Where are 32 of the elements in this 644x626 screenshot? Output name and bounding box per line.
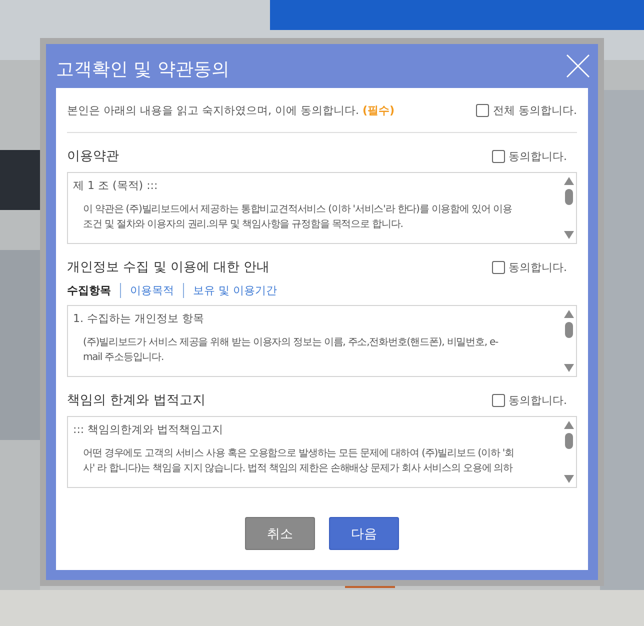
section-title: 책임의 한계와 법적고지 — [67, 392, 206, 409]
dialog-title: 고객확인 및 약관동의 — [56, 58, 230, 81]
scrollbar-thumb[interactable] — [565, 322, 573, 338]
close-icon[interactable] — [566, 54, 590, 78]
scroll-up-icon[interactable] — [564, 177, 574, 185]
terms-text-area[interactable]: ::: 책임의한계와 법적책임고지 어떤 경우에도 고객의 서비스 사용 혹은 오용함으로 발생하는 모든 문제에 대하여 (주)빌리보드 (이하 '회 사' 라 합니다)는 책임을 지지 않습니다. 법적 책임의 제한은 손해배상 문제가 회사 서비스의 오용에 의하 — [67, 416, 577, 488]
scrollbar-thumb[interactable] — [565, 189, 573, 205]
terms-paragraph: 이 약관은 (주)빌리보드에서 제공하는 통합비교견적서비스 (이하 '서비스'라 한다)를 이용함에 있어 이용 조건 및 절차와 이용자의 권리.의무 및 책임사항을 규정함을 목적으로 합니다. — [82, 203, 513, 232]
section-title: 이용약관 — [67, 148, 119, 165]
tab[interactable]: 보유 및 이용기간 — [183, 283, 277, 298]
scroll-down-icon[interactable] — [564, 231, 574, 239]
consent-statement: 본인은 아래의 내용을 읽고 숙지하였으며, 이에 동의합니다. (필수) — [67, 102, 395, 118]
terms-heading: ::: 책임의한계와 법적책임고지 — [73, 422, 224, 438]
scrollbar-thumb[interactable] — [565, 433, 573, 449]
section-title: 개인정보 수집 및 이용에 대한 안내 — [67, 259, 270, 276]
scroll-down-icon[interactable] — [564, 364, 574, 372]
scroll-up-icon[interactable] — [564, 421, 574, 429]
next-button[interactable]: 다음 — [329, 517, 399, 550]
terms-text-area[interactable]: 제 1 조 (목적) ::: 이 약관은 (주)빌리보드에서 제공하는 통합비교견적서비스 (이하 '서비스'라 한다)를 이용함에 있어 이용 조건 및 절차와 이용자의 권리.의무 및 책임사항을 규정함을 목적으로 합니다. — [67, 172, 577, 244]
scroll-down-icon[interactable] — [564, 475, 574, 483]
tab[interactable]: 이용목적 — [120, 283, 174, 298]
tab[interactable]: 수집항목 — [67, 283, 111, 298]
agree-checkbox[interactable]: 동의합니다. — [492, 260, 567, 274]
terms-heading: 1. 수집하는 개인정보 항목 — [73, 311, 205, 327]
terms-heading: 제 1 조 (목적) ::: — [73, 178, 159, 194]
terms-text-area[interactable]: 1. 수집하는 개인정보 항목 (주)빌리보드가 서비스 제공을 위해 받는 이용자의 정보는 이름, 주소,전화번호(핸드폰), 비밀번호, e- mail 주소등입니다. — [67, 305, 577, 377]
agree-checkbox[interactable]: 동의합니다. — [492, 392, 567, 408]
agree-checkbox[interactable]: 동의합니다. — [492, 148, 567, 164]
terms-paragraph: 어떤 경우에도 고객의 서비스 사용 혹은 오용함으로 발생하는 모든 문제에 대하여 (주)빌리보드 (이하 '회 사' 라 합니다)는 책임을 지지 않습니다. 법적 책임의 제한은 손해배상 문제가 회사 서비스의 오용에 의하 — [82, 447, 515, 476]
agree-all-checkbox[interactable]: 전체 동의합니다. — [476, 102, 577, 118]
terms-paragraph: (주)빌리보드가 서비스 제공을 위해 받는 이용자의 정보는 이름, 주소,전화번호(핸드폰), 비밀번호, e- mail 주소등입니다. — [82, 336, 500, 365]
scroll-up-icon[interactable] — [564, 310, 574, 318]
